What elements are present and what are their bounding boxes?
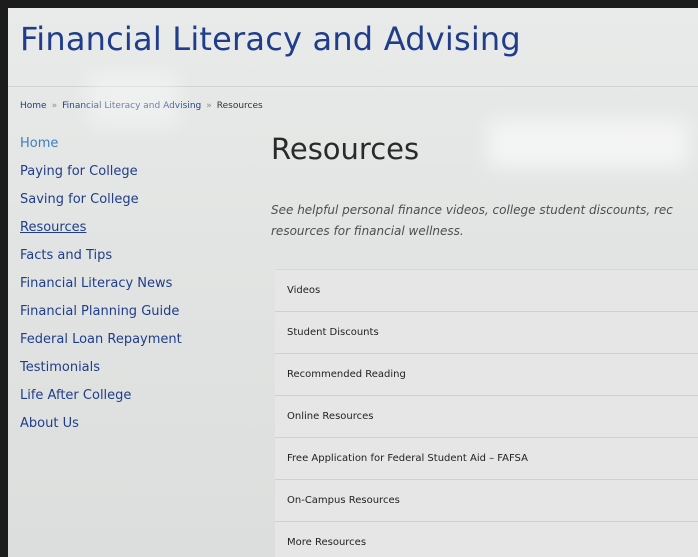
breadcrumb-home-link[interactable]: Home <box>20 101 47 111</box>
accordion-item-recommended-reading[interactable]: Recommended Reading <box>275 353 698 395</box>
sidebar-item-financial-planning-guide[interactable]: Financial Planning Guide <box>20 298 240 326</box>
accordion-item-fafsa[interactable]: Free Application for Federal Student Aid… <box>275 437 698 479</box>
screen-glare <box>88 72 178 128</box>
breadcrumb: Home » Financial Literacy and Advising » Res… <box>20 101 263 111</box>
sidebar-item-federal-loan-repayment[interactable]: Federal Loan Repayment <box>20 326 240 354</box>
accordion-item-more-resources[interactable]: More Resources <box>275 521 698 557</box>
breadcrumb-separator: » <box>206 101 212 111</box>
sidebar-item-life-after-college[interactable]: Life After College <box>20 382 240 410</box>
monitor-screen: Financial Literacy and Advising Home » Fin… <box>8 8 698 557</box>
breadcrumb-current: Resources <box>216 101 263 111</box>
accordion-item-student-discounts[interactable]: Student Discounts <box>275 311 698 353</box>
sidebar-item-saving-for-college[interactable]: Saving for College <box>20 186 240 214</box>
sidebar-item-testimonials[interactable]: Testimonials <box>20 354 240 382</box>
accordion-item-on-campus-resources[interactable]: On-Campus Resources <box>275 479 698 521</box>
screen-glare <box>488 120 688 168</box>
sidebar-item-about-us[interactable]: About Us <box>20 410 240 438</box>
sidebar-item-home[interactable]: Home <box>20 130 240 158</box>
accordion-item-online-resources[interactable]: Online Resources <box>275 395 698 437</box>
intro-line: resources for financial wellness. <box>271 224 464 238</box>
header-divider <box>8 86 698 87</box>
accordion-item-videos[interactable]: Videos <box>275 269 698 311</box>
page-title: Resources <box>271 132 420 166</box>
sidebar-item-paying-for-college[interactable]: Paying for College <box>20 158 240 186</box>
breadcrumb-section-link[interactable]: Financial Literacy and Advising <box>62 101 201 111</box>
intro-line: See helpful personal finance videos, col… <box>271 203 673 217</box>
sidebar-item-resources[interactable]: Resources <box>20 214 240 242</box>
intro-text: See helpful personal finance videos, col… <box>271 200 696 242</box>
resources-accordion: Videos Student Discounts Recommended Rea… <box>275 269 698 557</box>
sidebar-item-financial-literacy-news[interactable]: Financial Literacy News <box>20 270 240 298</box>
site-title[interactable]: Financial Literacy and Advising <box>20 20 521 58</box>
sidebar-item-facts-and-tips[interactable]: Facts and Tips <box>20 242 240 270</box>
sidebar-nav: Home Paying for College Saving for Colle… <box>20 130 240 438</box>
breadcrumb-separator: » <box>51 101 58 111</box>
